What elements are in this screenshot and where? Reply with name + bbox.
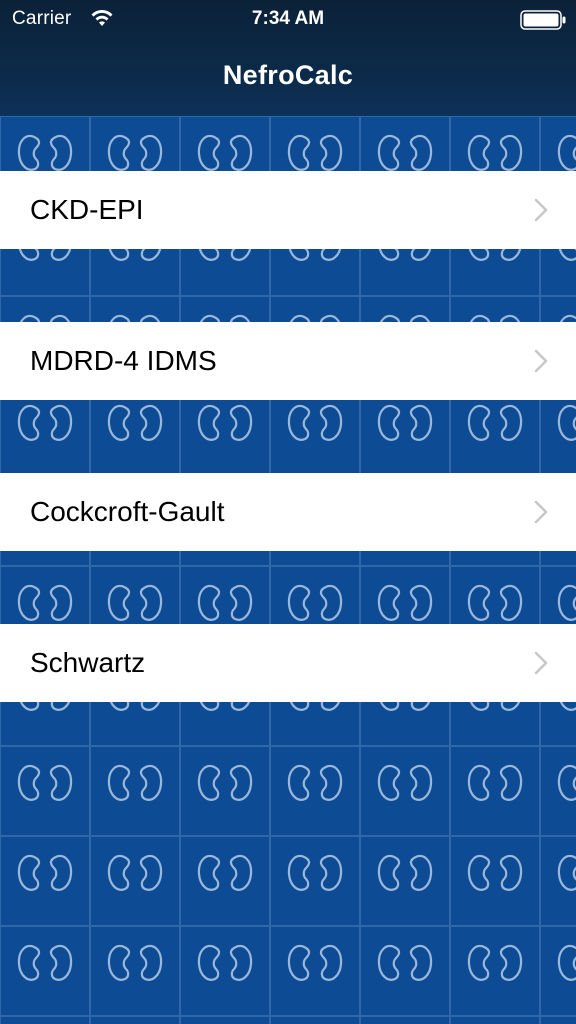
menu-item-schwartz[interactable]: Schwartz — [0, 624, 576, 702]
status-bar: Carrier 7:34 AM — [0, 0, 576, 40]
page-title: NefroCalc — [222, 60, 354, 90]
menu-item-label: CKD-EPI — [30, 194, 144, 225]
menu-item-label: Schwartz — [30, 647, 146, 678]
chevron-right-icon — [534, 349, 548, 373]
kidney-icon — [0, 116, 576, 1024]
kidney-pattern-background — [0, 116, 576, 1024]
menu-item-cockcroft-gault[interactable]: Cockcroft-Gault — [0, 473, 576, 551]
menu-item-label: MDRD-4 IDMS — [30, 345, 217, 376]
app-screen: Carrier 7:34 AM NefroCalc CKD-EPI MDRD-4… — [0, 0, 576, 1024]
menu-item-label: Cockcroft-Gault — [30, 496, 225, 527]
battery-full-icon — [520, 10, 566, 30]
menu-item-ckd-epi[interactable]: CKD-EPI — [0, 171, 576, 249]
chevron-right-icon — [534, 198, 548, 222]
clock-label: 7:34 AM — [251, 8, 325, 29]
navigation-bar: Carrier 7:34 AM NefroCalc — [0, 0, 576, 116]
chevron-right-icon — [534, 500, 548, 524]
menu-item-mdrd-4-idms[interactable]: MDRD-4 IDMS — [0, 322, 576, 400]
chevron-right-icon — [534, 651, 548, 675]
